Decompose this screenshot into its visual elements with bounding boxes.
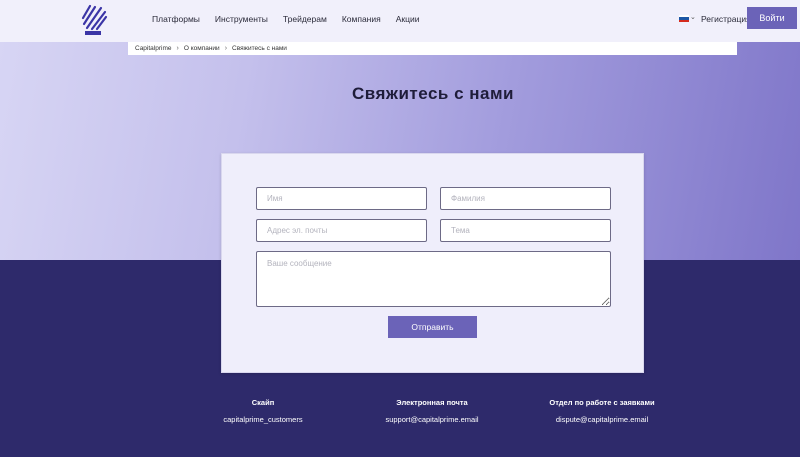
language-selector[interactable]: ⌄ — [679, 14, 696, 23]
nav-item-instruments[interactable]: Инструменты — [215, 14, 268, 24]
site-header: Платформы Инструменты Трейдерам Компания… — [0, 0, 800, 42]
chevron-right-icon: › — [224, 45, 228, 52]
breadcrumb: Capitalprime › О компании › Свяжитесь с … — [128, 42, 737, 55]
message-textarea[interactable] — [256, 251, 611, 307]
contact-email-value[interactable]: support@capitalprime.email — [352, 415, 512, 424]
contact-email: Электронная почта support@capitalprime.e… — [352, 398, 512, 424]
contact-dispute: Отдел по работе с заявками dispute@capit… — [522, 398, 682, 424]
nav-item-traders[interactable]: Трейдерам — [283, 14, 327, 24]
chevron-right-icon: › — [176, 45, 179, 52]
first-name-input[interactable] — [256, 187, 427, 210]
contact-email-title: Электронная почта — [396, 398, 468, 407]
capitalprime-logo[interactable] — [80, 4, 108, 36]
email-input[interactable] — [256, 219, 427, 242]
contact-form-card: Отправить — [221, 153, 644, 373]
register-link[interactable]: Регистрация — [701, 14, 751, 24]
breadcrumb-current: Свяжитесь с нами — [232, 45, 287, 52]
contact-skype-title: Скайп — [251, 398, 275, 407]
login-button[interactable]: Войти — [747, 7, 797, 29]
nav-item-company[interactable]: Компания — [342, 14, 381, 24]
contact-dispute-value[interactable]: dispute@capitalprime.email — [522, 415, 682, 424]
contact-dispute-title: Отдел по работе с заявками — [549, 398, 655, 407]
page-title: Свяжитесь с нами — [351, 84, 515, 103]
subject-input[interactable] — [440, 219, 611, 242]
contact-skype-value[interactable]: capitalprime_customers — [183, 415, 343, 424]
last-name-input[interactable] — [440, 187, 611, 210]
submit-button[interactable]: Отправить — [388, 316, 477, 338]
chevron-down-icon: ⌄ — [690, 14, 696, 21]
russia-flag-icon — [679, 15, 689, 22]
nav-item-promotions[interactable]: Акции — [396, 14, 420, 24]
breadcrumb-item-home[interactable]: Capitalprime — [135, 45, 172, 52]
breadcrumb-item-about[interactable]: О компании — [184, 45, 220, 52]
nav-item-platforms[interactable]: Платформы — [152, 14, 200, 24]
main-nav: Платформы Инструменты Трейдерам Компания… — [152, 0, 435, 38]
contact-skype: Скайп capitalprime_customers — [183, 398, 343, 424]
